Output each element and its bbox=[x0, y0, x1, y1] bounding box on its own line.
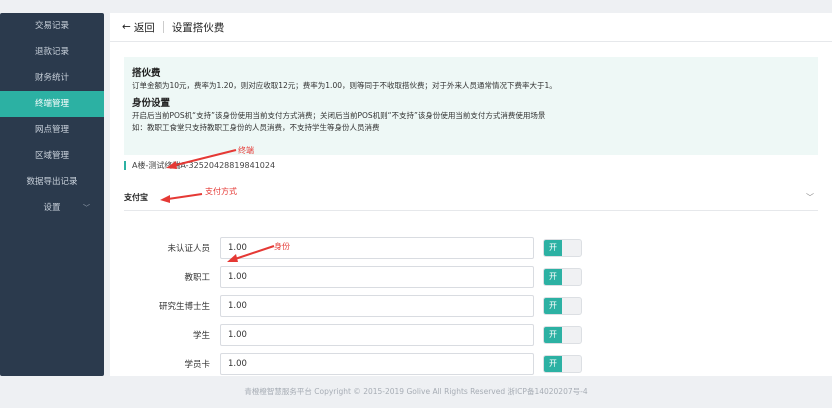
sidebar-item-refunds[interactable]: 退款记录 bbox=[0, 39, 104, 65]
toggle-on-label: 开 bbox=[544, 269, 562, 285]
sidebar-item-export-records[interactable]: 数据导出记录 bbox=[0, 169, 104, 195]
sidebar-item-label: 退款记录 bbox=[34, 47, 69, 57]
identity-toggle[interactable]: 开 bbox=[543, 355, 582, 373]
sidebar-item-label: 区域管理 bbox=[34, 151, 69, 161]
sidebar: 交易记录 退款记录 财务统计 终端管理 网点管理 区域管理 数据导出记录 设置 ﹀ bbox=[0, 13, 104, 376]
identity-label: 未认证人员 bbox=[167, 244, 210, 254]
identity-toggle[interactable]: 开 bbox=[543, 297, 582, 315]
sidebar-item-transactions[interactable]: 交易记录 bbox=[0, 13, 104, 39]
annotation-arrow-icon bbox=[160, 193, 203, 203]
fee-rate-input[interactable] bbox=[220, 324, 534, 346]
identity-row: 学员卡 开 bbox=[124, 353, 582, 375]
fee-rate-input[interactable] bbox=[220, 295, 534, 317]
back-button[interactable]: ← 返回 bbox=[122, 20, 155, 35]
identity-row: 未认证人员 开 bbox=[124, 237, 582, 259]
page-header: ← 返回 设置搭伙费 bbox=[110, 13, 832, 42]
annotation-terminal: 终端 bbox=[238, 146, 254, 155]
notice-text-fee: 订单金额为10元，费率为1.20，则对应收取12元；费率为1.00，则等同于不收… bbox=[132, 81, 557, 90]
annotation-identity: 身份 bbox=[274, 242, 290, 251]
identity-toggle[interactable]: 开 bbox=[543, 268, 582, 286]
sidebar-item-label: 数据导出记录 bbox=[26, 177, 78, 187]
toggle-on-label: 开 bbox=[544, 356, 562, 372]
info-notice: 搭伙费 订单金额为10元，费率为1.20，则对应收取12元；费率为1.00，则等… bbox=[124, 57, 818, 155]
notice-text-example: 如：教职工食堂只支持教职工身份的人员消费，不支持学生等身份人员消费 bbox=[132, 123, 380, 132]
fee-rate-input[interactable] bbox=[220, 266, 534, 288]
sidebar-item-terminals[interactable]: 终端管理 bbox=[0, 91, 104, 117]
toggle-on-label: 开 bbox=[544, 240, 562, 256]
toggle-on-label: 开 bbox=[544, 327, 562, 343]
identity-row: 学生 开 bbox=[124, 324, 582, 346]
identity-toggle[interactable]: 开 bbox=[543, 326, 582, 344]
sidebar-item-outlets[interactable]: 网点管理 bbox=[0, 117, 104, 143]
chevron-down-icon: ﹀ bbox=[83, 204, 90, 212]
identity-label: 学生 bbox=[192, 331, 210, 341]
toggle-on-label: 开 bbox=[544, 298, 562, 314]
sidebar-item-label: 终端管理 bbox=[34, 99, 69, 109]
sidebar-item-label: 网点管理 bbox=[34, 125, 69, 135]
annotation-payment: 支付方式 bbox=[205, 187, 237, 196]
annotation-arrow-icon bbox=[166, 149, 237, 169]
identity-row: 教职工 开 bbox=[124, 266, 582, 288]
identity-row: 研究生博士生 开 bbox=[124, 295, 582, 317]
sidebar-item-label: 设置 bbox=[43, 203, 61, 213]
sidebar-item-regions[interactable]: 区域管理 bbox=[0, 143, 104, 169]
notice-text-identity: 开启后当前POS机“支持”该身份使用当前支付方式消费；关闭后当前POS机则“不支… bbox=[132, 111, 546, 120]
identity-label: 研究生博士生 bbox=[158, 302, 210, 312]
sidebar-item-finance[interactable]: 财务统计 bbox=[0, 65, 104, 91]
arrow-left-icon: ← bbox=[122, 21, 131, 33]
back-label: 返回 bbox=[133, 21, 155, 34]
fee-rate-input[interactable] bbox=[220, 353, 534, 375]
notice-heading-fee: 搭伙费 bbox=[132, 68, 161, 79]
sidebar-item-label: 交易记录 bbox=[34, 21, 69, 31]
identity-label: 教职工 bbox=[184, 273, 210, 283]
payment-method-name: 支付宝 bbox=[124, 193, 148, 202]
identity-label: 学员卡 bbox=[184, 360, 210, 370]
main-panel: ← 返回 设置搭伙费 搭伙费 订单金额为10元，费率为1.20，则对应收取12元… bbox=[110, 13, 832, 376]
annotation-arrow-icon bbox=[227, 245, 275, 262]
sidebar-item-settings[interactable]: 设置 ﹀ bbox=[0, 195, 104, 221]
footer-copyright: 青橙橙智慧服务平台 Copyright © 2015-2019 Golive A… bbox=[244, 387, 588, 396]
page-title: 设置搭伙费 bbox=[171, 21, 225, 34]
header-divider bbox=[162, 21, 164, 33]
identity-toggle[interactable]: 开 bbox=[543, 239, 582, 257]
sidebar-item-label: 财务统计 bbox=[34, 73, 69, 83]
terminal-marker bbox=[124, 161, 126, 170]
chevron-down-icon[interactable]: ﹀ bbox=[806, 192, 814, 203]
notice-heading-identity: 身份设置 bbox=[132, 98, 171, 109]
